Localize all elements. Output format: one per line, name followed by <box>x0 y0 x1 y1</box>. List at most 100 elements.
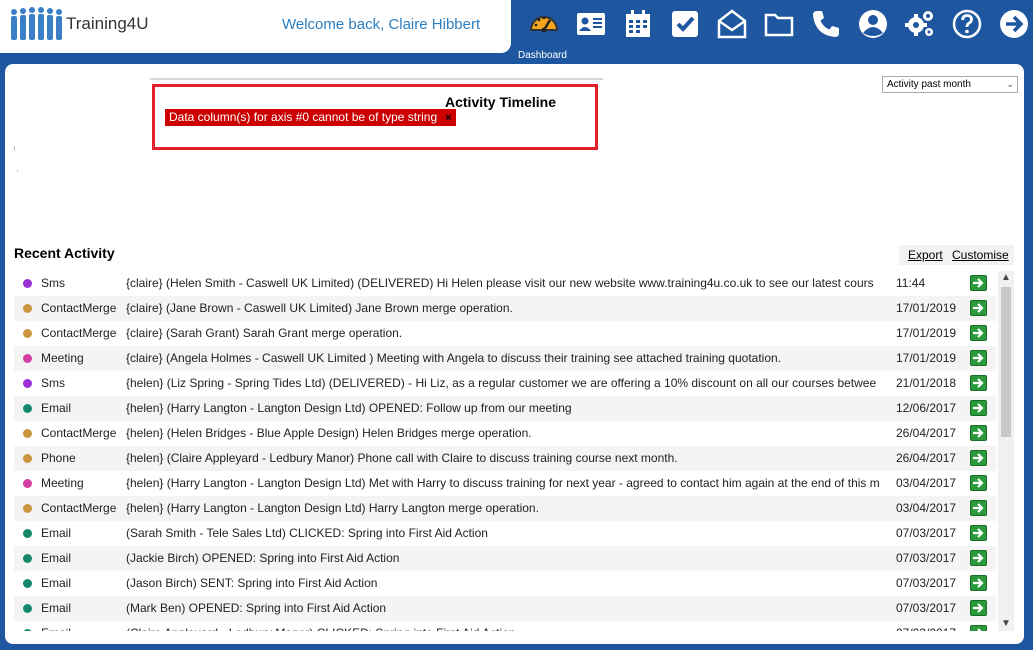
activity-row[interactable]: Email (Sarah Smith - Tele Sales Ltd) CLIC… <box>14 521 996 546</box>
activity-row[interactable]: Meeting {helen} (Harry Langton - Langton … <box>14 471 996 496</box>
activity-description: {helen} (Harry Langton - Langton Design … <box>126 396 892 421</box>
header-brand-area: Training4U Welcome back, Claire Hibbert <box>0 0 511 53</box>
activity-description: {claire} (Jane Brown - Caswell UK Limite… <box>126 296 892 321</box>
activity-description: {helen} (Helen Bridges - Blue Apple Desi… <box>126 426 532 440</box>
chart-error-text: Data column(s) for axis #0 cannot be of … <box>169 110 438 124</box>
open-activity-arrow-icon[interactable] <box>970 450 987 466</box>
activity-row[interactable]: ContactMerge {claire} (Jane Brown - Caswe… <box>14 296 996 321</box>
activity-period-select[interactable]: Activity past month ⌄ <box>882 76 1018 93</box>
activity-type-dot-icon <box>23 379 32 388</box>
activity-description: {claire} (Helen Smith - Caswell UK Limit… <box>126 276 874 290</box>
open-activity-arrow-icon[interactable] <box>970 325 987 341</box>
activity-date: 07/03/2017 <box>896 621 956 631</box>
activity-row[interactable]: Phone {helen} (Claire Appleyard - Ledbury… <box>14 446 996 471</box>
activity-type: Sms <box>41 376 65 390</box>
activity-description: (Jason Birch) SENT: Spring into First Ai… <box>126 576 378 590</box>
scroll-up-icon[interactable]: ▲ <box>998 271 1014 285</box>
activity-type-dot-icon <box>23 329 32 338</box>
open-activity-arrow-icon[interactable] <box>970 575 987 591</box>
user-circle-icon[interactable] <box>855 6 891 42</box>
activity-description: (Sarah Smith - Tele Sales Ltd) CLICKED: … <box>126 526 488 540</box>
gears-icon[interactable] <box>902 6 938 42</box>
open-activity-arrow-icon[interactable] <box>970 600 987 616</box>
arrow-right-icon[interactable] <box>996 6 1032 42</box>
envelope-open-icon[interactable] <box>714 6 750 42</box>
phone-icon[interactable] <box>808 6 844 42</box>
customise-link[interactable]: Customise <box>952 245 1009 265</box>
open-activity-arrow-icon[interactable] <box>970 400 987 416</box>
activity-row[interactable]: ContactMerge {helen} (Harry Langton - Lan… <box>14 496 996 521</box>
activity-row[interactable]: ContactMerge {helen} (Helen Bridges - Blu… <box>14 421 996 446</box>
open-activity-arrow-icon[interactable] <box>970 300 987 316</box>
activity-type-dot-icon <box>23 479 32 488</box>
open-activity-arrow-icon[interactable] <box>970 525 987 541</box>
activity-date: 07/03/2017 <box>896 601 957 615</box>
chart-error-message: Data column(s) for axis #0 cannot be of … <box>165 109 456 126</box>
open-activity-arrow-icon[interactable] <box>970 475 987 491</box>
contact-card-icon[interactable] <box>573 6 609 42</box>
activity-type-dot-icon <box>23 304 32 313</box>
activity-period-value: Activity past month <box>887 79 971 90</box>
activity-row[interactable]: Email {helen} (Harry Langton - Langton De… <box>14 396 996 421</box>
dashboard-gauge-icon[interactable] <box>526 6 562 42</box>
activity-row[interactable]: Sms {helen} (Liz Spring - Spring Tides Lt… <box>14 371 996 396</box>
scroll-down-icon[interactable]: ▼ <box>998 617 1014 631</box>
recent-activity-title: Recent Activity <box>14 245 115 261</box>
close-error-icon[interactable]: × <box>445 112 451 124</box>
activity-description: {claire} (Sarah Grant) Sarah Grant merge… <box>126 326 403 340</box>
activity-row[interactable]: ContactMerge {claire} (Sarah Grant) Sarah… <box>14 321 996 346</box>
activity-date: 07/03/2017 <box>896 526 957 540</box>
folder-icon[interactable] <box>761 6 797 42</box>
chevron-down-icon: ⌄ <box>1006 79 1014 89</box>
activity-date: 26/04/2017 <box>896 426 957 440</box>
list-scrollbar[interactable]: ▲ ▼ <box>998 271 1014 631</box>
activity-date: 07/03/2017 <box>896 576 957 590</box>
activity-type: ContactMerge <box>41 501 117 515</box>
help-icon[interactable] <box>949 6 985 42</box>
activity-description: {helen} (Harry Langton - Langton Design … <box>126 496 892 521</box>
activity-type-dot-icon <box>23 554 32 563</box>
activity-type-dot-icon <box>23 529 32 538</box>
activity-row[interactable]: Email (Claire Appleyard - Ledbury Manor) … <box>14 621 996 631</box>
activity-type: Meeting <box>41 476 84 490</box>
open-activity-arrow-icon[interactable] <box>970 275 987 291</box>
open-activity-arrow-icon[interactable] <box>970 625 987 631</box>
activity-date: 12/06/2017 <box>896 401 957 415</box>
activity-type-dot-icon <box>23 279 32 288</box>
app-name: Training4U <box>66 14 149 33</box>
welcome-message: Welcome back, Claire Hibbert <box>282 16 481 33</box>
open-activity-arrow-icon[interactable] <box>970 550 987 566</box>
open-activity-arrow-icon[interactable] <box>970 500 987 516</box>
open-activity-arrow-icon[interactable] <box>970 375 987 391</box>
activity-type: Phone <box>41 451 76 465</box>
recent-activity-list: Sms {claire} (Helen Smith - Caswell UK Li… <box>14 271 996 631</box>
activity-row[interactable]: Meeting {claire} (Angela Holmes - Caswell… <box>14 346 996 371</box>
activity-type: Sms <box>41 276 65 290</box>
export-link[interactable]: Export <box>908 245 943 265</box>
logo-people-icon <box>11 7 62 40</box>
open-activity-arrow-icon[interactable] <box>970 350 987 366</box>
activity-type: Email <box>41 601 72 615</box>
open-activity-arrow-icon[interactable] <box>970 425 987 441</box>
activity-date: 26/04/2017 <box>896 451 957 465</box>
activity-row[interactable]: Email (Jason Birch) SENT: Spring into Fir… <box>14 571 996 596</box>
axis-tick <box>14 146 15 151</box>
activity-description: (Jackie Birch) OPENED: Spring into First… <box>126 546 892 571</box>
activity-date: 03/04/2017 <box>896 501 957 515</box>
activity-type-dot-icon <box>23 604 32 613</box>
activity-description: (Claire Appleyard - Ledbury Manor) CLICK… <box>126 621 892 631</box>
calendar-icon[interactable] <box>620 6 656 42</box>
activity-type: ContactMerge <box>41 301 117 315</box>
scrollbar-thumb[interactable] <box>1001 287 1011 437</box>
activity-type-dot-icon <box>23 579 32 588</box>
activity-type-dot-icon <box>23 454 32 463</box>
activity-row[interactable]: Email (Jackie Birch) OPENED: Spring into … <box>14 546 996 571</box>
activity-description: {helen} (Harry Langton - Langton Design … <box>126 476 880 490</box>
checkbox-icon[interactable] <box>667 6 703 42</box>
activity-row[interactable]: Email (Mark Ben) OPENED: Spring into Firs… <box>14 596 996 621</box>
activity-type: Email <box>41 551 72 565</box>
activity-type-dot-icon <box>23 429 32 438</box>
activity-type-dot-icon <box>23 504 32 513</box>
activity-type: ContactMerge <box>41 426 117 440</box>
activity-row[interactable]: Sms {claire} (Helen Smith - Caswell UK Li… <box>14 271 996 296</box>
